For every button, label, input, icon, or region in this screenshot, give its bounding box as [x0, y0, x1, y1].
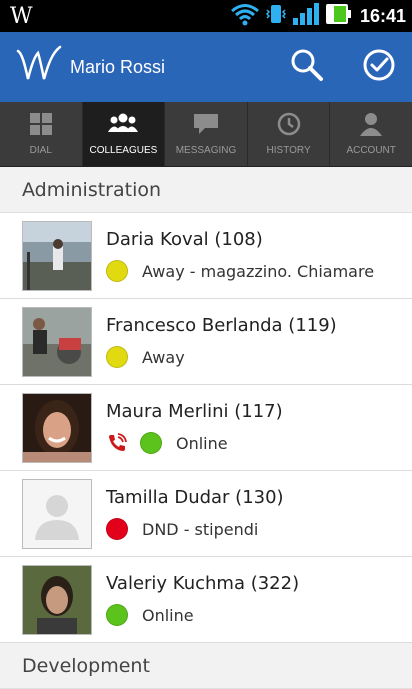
- tab-bar: DIAL COLLEAGUES MESSAGING HISTORY ACCOUN…: [0, 102, 412, 167]
- section-header-development: Development: [0, 643, 412, 689]
- chat-icon: [193, 112, 219, 139]
- grid-icon: [29, 112, 53, 139]
- away-status-icon: [106, 346, 128, 368]
- status-text: DND - stipendi: [142, 519, 259, 539]
- avatar: [22, 564, 92, 635]
- tab-label: DIAL: [29, 145, 52, 156]
- avatar-placeholder-icon: [22, 478, 92, 549]
- avatar: [22, 306, 92, 377]
- app-notification-logo: W: [10, 3, 33, 29]
- contact-name: Maura Merlini (117): [106, 401, 283, 422]
- contact-name: Francesco Berlanda (119): [106, 315, 337, 336]
- contact-status: DND - stipendi: [106, 518, 284, 540]
- tab-dial[interactable]: DIAL: [0, 102, 83, 166]
- clock-icon: [277, 112, 301, 139]
- clock-time: 16:41: [359, 5, 406, 26]
- dnd-status-icon: [106, 518, 128, 540]
- status-text: Away: [142, 347, 185, 367]
- contact-status: Away - magazzino. Chiamare: [106, 260, 374, 282]
- tab-label: COLLEAGUES: [89, 145, 158, 156]
- tab-label: ACCOUNT: [346, 145, 396, 156]
- tab-label: MESSAGING: [175, 145, 237, 156]
- tab-account[interactable]: ACCOUNT: [330, 102, 412, 166]
- away-status-icon: [106, 260, 128, 282]
- status-text: Away - magazzino. Chiamare: [142, 261, 375, 281]
- contact-status: Away: [106, 346, 337, 368]
- person-icon: [359, 112, 383, 139]
- contact-row[interactable]: Francesco Berlanda (119) Away: [0, 299, 412, 385]
- signal-icon: [292, 2, 320, 30]
- search-icon[interactable]: [290, 48, 324, 86]
- avatar: [22, 392, 92, 463]
- section-title: Administration: [22, 178, 162, 201]
- status-text: Online: [176, 433, 228, 453]
- avatar: [22, 220, 92, 291]
- tab-label: HISTORY: [266, 145, 311, 156]
- contact-status: Online: [106, 432, 283, 454]
- online-status-icon: [140, 432, 162, 454]
- app-logo-icon: [16, 45, 62, 89]
- contact-name: Valeriy Kuchma (322): [106, 573, 300, 594]
- contact-row[interactable]: Tamilla Dudar (130) DND - stipendi: [0, 471, 412, 557]
- tab-history[interactable]: HISTORY: [248, 102, 331, 166]
- app-bar: Mario Rossi: [0, 32, 412, 102]
- phone-ringing-icon: [106, 432, 128, 454]
- people-icon: [108, 112, 139, 139]
- battery-icon: [324, 2, 352, 30]
- status-bar: W 16:41: [0, 0, 412, 32]
- check-circle-icon[interactable]: [362, 48, 396, 86]
- contact-status: Online: [106, 604, 299, 626]
- status-text: Online: [142, 605, 194, 625]
- contact-row[interactable]: Daria Koval (108) Away - magazzino. Chia…: [0, 213, 412, 299]
- wifi-icon: [230, 2, 260, 30]
- online-status-icon: [106, 604, 128, 626]
- user-name-title: Mario Rossi: [70, 56, 166, 77]
- tab-colleagues[interactable]: COLLEAGUES: [82, 102, 166, 166]
- contact-name: Tamilla Dudar (130): [106, 487, 284, 508]
- tab-messaging[interactable]: MESSAGING: [165, 102, 248, 166]
- section-title: Development: [22, 654, 150, 677]
- contact-name: Daria Koval (108): [106, 229, 263, 250]
- contact-row[interactable]: Maura Merlini (117) Online: [0, 385, 412, 471]
- contact-row[interactable]: Valeriy Kuchma (322) Online: [0, 557, 412, 643]
- vibrate-icon: [264, 2, 288, 30]
- section-header-administration: Administration: [0, 167, 412, 213]
